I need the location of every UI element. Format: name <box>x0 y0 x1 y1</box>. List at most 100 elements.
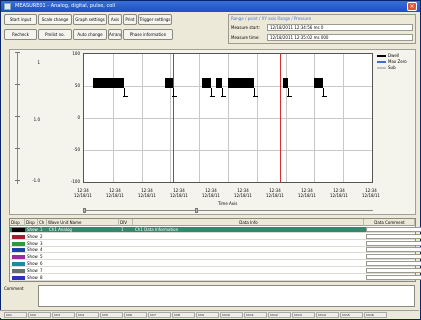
cell-name[interactable] <box>48 268 118 274</box>
status-tab[interactable]: Ch13 <box>292 312 315 318</box>
cell-ch[interactable]: 4 <box>39 247 47 253</box>
col-header-ch[interactable]: Ch <box>38 219 47 226</box>
cell-div[interactable] <box>120 275 132 281</box>
cell-disp[interactable]: Show <box>26 254 38 260</box>
status-tab[interactable]: Ch11 <box>244 312 267 318</box>
channel-color-swatch[interactable] <box>12 248 25 253</box>
table-row[interactable]: Show 7 <box>10 267 421 274</box>
toolbar-button-row2-3[interactable]: Auto change <box>73 29 107 40</box>
cell-ch[interactable]: 6 <box>39 261 47 267</box>
cell-info[interactable] <box>134 268 363 274</box>
col-header-wave-unit[interactable]: Wave Unit Name <box>47 219 119 226</box>
data-comment-field[interactable] <box>366 233 421 239</box>
channel-color-swatch[interactable] <box>12 241 25 246</box>
cell-div[interactable] <box>120 268 132 274</box>
cell-info[interactable] <box>134 261 363 267</box>
toolbar-button-4[interactable]: Axis <box>108 14 122 25</box>
cursor-marker-1[interactable] <box>173 54 175 182</box>
toolbar-button-row2-5[interactable]: Phase information <box>123 29 173 40</box>
status-tab[interactable]: Ch3 <box>52 312 75 318</box>
channel-color-swatch[interactable] <box>12 275 25 280</box>
data-comment-field[interactable] <box>366 247 421 253</box>
cell-disp[interactable]: Show <box>26 261 38 267</box>
cell-disp[interactable]: Show <box>26 227 38 233</box>
status-tab[interactable]: Ch10 <box>220 312 243 318</box>
table-row[interactable]: Show 3 <box>10 240 421 247</box>
toolbar-button-2[interactable]: Scale change <box>38 14 72 25</box>
col-header-div[interactable]: DIV <box>119 219 133 226</box>
cell-div[interactable] <box>120 247 132 253</box>
data-comment-field[interactable] <box>366 227 421 232</box>
status-tab[interactable]: Ch7 <box>148 312 171 318</box>
channel-color-swatch[interactable] <box>12 255 25 260</box>
cell-disp[interactable]: Show <box>26 247 38 253</box>
data-comment-field[interactable] <box>366 254 421 260</box>
data-comment-field[interactable] <box>366 267 421 273</box>
cell-name[interactable] <box>48 241 118 247</box>
cell-disp[interactable]: Show <box>26 275 38 281</box>
data-comment-field[interactable] <box>366 261 421 266</box>
status-tab[interactable]: Ch15 <box>340 312 363 318</box>
cell-name[interactable] <box>48 234 118 240</box>
cell-disp[interactable]: Show <box>26 268 38 274</box>
cell-div[interactable]: 1 <box>120 227 132 233</box>
time-scroll-start-handle[interactable] <box>83 208 86 213</box>
channel-color-swatch[interactable] <box>12 228 25 232</box>
slider-track[interactable] <box>17 52 18 184</box>
cell-info[interactable] <box>134 247 363 253</box>
cell-ch[interactable]: 1 <box>39 227 47 233</box>
cell-disp[interactable]: Show <box>26 241 38 247</box>
col-header-data-comment[interactable]: Data Comment <box>364 219 415 226</box>
cell-name[interactable] <box>48 247 118 253</box>
status-tab[interactable]: Ch8 <box>172 312 195 318</box>
comment-field[interactable] <box>38 285 415 307</box>
cell-disp[interactable]: Show <box>26 234 38 240</box>
table-row[interactable]: Show 5 <box>10 254 421 261</box>
status-tab[interactable]: Ch5 <box>100 312 123 318</box>
measure-start-field[interactable]: 12/18/2011 12:34:56 ms 0 <box>267 24 413 31</box>
toolbar-button-row2-4[interactable]: Arrange <box>108 29 122 40</box>
cell-info[interactable] <box>134 234 363 240</box>
channel-color-swatch[interactable] <box>12 262 25 266</box>
table-row[interactable]: Show 8 <box>10 274 421 281</box>
status-tab[interactable]: Ch16 <box>364 312 387 318</box>
col-header-data-info[interactable]: Data Info <box>133 219 364 226</box>
cell-div[interactable] <box>120 241 132 247</box>
table-row[interactable]: Show 6 <box>10 261 421 267</box>
cell-ch[interactable]: 7 <box>39 268 47 274</box>
toolbar-button-6[interactable]: Trigger settings <box>138 14 172 25</box>
table-row[interactable]: Show 4 <box>10 247 421 254</box>
cell-div[interactable] <box>120 234 132 240</box>
toolbar-button-1[interactable]: Start input <box>4 14 37 25</box>
cell-name[interactable] <box>48 275 118 281</box>
toolbar-button-3[interactable]: Graph settings <box>73 14 107 25</box>
time-scroll-track[interactable] <box>83 210 373 211</box>
toolbar-button-row2-1[interactable]: Recheck <box>4 29 37 40</box>
data-comment-field[interactable] <box>366 274 421 280</box>
cell-ch[interactable]: 3 <box>39 241 47 247</box>
cell-info[interactable]: Ch1 Data Information <box>134 227 363 233</box>
cell-info[interactable] <box>134 241 363 247</box>
status-tab[interactable]: Ch14 <box>316 312 339 318</box>
toolbar-button-row2-2[interactable]: Prelist no. <box>38 29 72 40</box>
status-tab[interactable]: Ch9 <box>196 312 219 318</box>
cell-ch[interactable]: 5 <box>39 254 47 260</box>
status-tab[interactable]: Ch6 <box>124 312 147 318</box>
time-scroll-handle[interactable] <box>195 208 198 213</box>
time-scrollbar[interactable] <box>83 208 373 213</box>
status-tab[interactable]: Ch4 <box>76 312 99 318</box>
cell-info[interactable] <box>134 254 363 260</box>
measure-time-field[interactable]: 12/18/2011 12:35:02 ms 000 <box>267 34 413 41</box>
channel-color-swatch[interactable] <box>12 234 25 239</box>
status-tab[interactable]: Ch1 <box>4 312 27 318</box>
cell-info[interactable] <box>134 275 363 281</box>
cell-ch[interactable]: 2 <box>39 234 47 240</box>
cell-ch[interactable]: 8 <box>39 275 47 281</box>
cell-name[interactable]: Ch1 Analog <box>48 227 118 233</box>
cell-div[interactable] <box>120 254 132 260</box>
cursor-marker-2[interactable] <box>279 54 281 182</box>
cell-div[interactable] <box>120 261 132 267</box>
table-row[interactable]: Show 1 Ch1 Analog 1 Ch1 Data Information <box>10 227 421 233</box>
toolbar-button-5[interactable]: Print <box>123 14 137 25</box>
channel-color-swatch[interactable] <box>12 268 25 273</box>
